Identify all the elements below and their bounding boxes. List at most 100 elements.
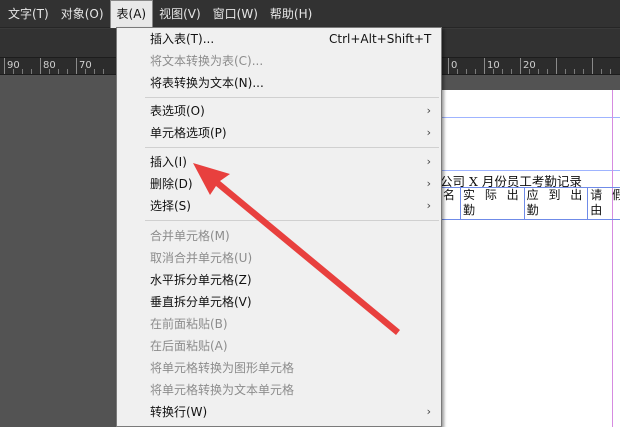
ruler-minor-tick: [13, 69, 14, 74]
ruler-minor-tick: [94, 69, 95, 74]
menu-window[interactable]: 窗口(W): [207, 0, 264, 28]
menu-item-shortcut: Ctrl+Alt+Shift+T: [329, 32, 432, 46]
cell-line: 勤: [463, 203, 479, 217]
menu-item-cell-options[interactable]: 单元格选项(P) ›: [117, 122, 441, 144]
ruler-minor-tick: [529, 69, 530, 74]
menu-item-insert[interactable]: 插入(I) ›: [117, 151, 441, 173]
ruler-tick: [592, 58, 593, 74]
menu-item-convert-rows[interactable]: 转换行(W) ›: [117, 401, 441, 423]
menu-item-convert-table-to-text[interactable]: 将表转换为文本(N)...: [117, 72, 441, 94]
menu-item-label: 插入表(T)...: [150, 32, 215, 46]
menu-item-label: 取消合并单元格(U): [150, 251, 253, 265]
ruler-tick: [520, 58, 521, 74]
menu-view[interactable]: 视图(V): [153, 0, 207, 28]
ruler-tick: [40, 58, 41, 74]
menu-item-label: 合并单元格(M): [150, 229, 230, 243]
ruler-minor-tick: [58, 69, 59, 74]
table-cell[interactable]: 应 到 出 勤: [523, 187, 589, 220]
ruler-minor-tick: [22, 69, 23, 74]
attendance-table[interactable]: 名 实 际 出 勤 应 到 出 勤 请 假 由: [439, 187, 620, 220]
ruler-minor-tick: [457, 69, 458, 74]
margin-guide: [612, 90, 613, 427]
baidu-watermark: Baidu 经验 jingyan.baidu.com: [472, 366, 572, 407]
menu-table[interactable]: 表(A): [109, 0, 154, 28]
ruler-minor-tick: [31, 69, 32, 74]
menu-item-label: 垂直拆分单元格(V): [150, 295, 252, 309]
cell-line: 实 际 出: [463, 188, 522, 202]
submenu-arrow-icon: ›: [426, 155, 431, 168]
menu-item-label: 在后面粘贴(A): [150, 339, 228, 353]
ruler-minor-tick: [103, 69, 104, 74]
ruler-minor-tick: [67, 69, 68, 74]
submenu-arrow-icon: ›: [426, 177, 431, 190]
ruler-minor-tick: [583, 69, 584, 74]
ruler-minor-tick: [49, 69, 50, 74]
submenu-arrow-icon: ›: [426, 104, 431, 117]
cell-line: 勤: [526, 203, 542, 217]
menu-item-label: 水平拆分单元格(Z): [150, 273, 252, 287]
cell-line: 应 到 出: [526, 188, 586, 202]
menu-separator: [145, 220, 439, 221]
submenu-arrow-icon: ›: [426, 405, 431, 418]
cell-line: 请 假: [590, 188, 620, 202]
ruler-minor-tick: [610, 69, 611, 74]
ruler-minor-tick: [475, 69, 476, 74]
menu-item-table-options[interactable]: 表选项(O) ›: [117, 100, 441, 122]
table-menu-dropdown: 插入表(T)... Ctrl+Alt+Shift+T 将文本转换为表(C)...…: [116, 27, 442, 427]
ruler-minor-tick: [601, 69, 602, 74]
ruler-tick: [448, 58, 449, 74]
menu-item-label: 插入(I): [150, 155, 187, 169]
menu-item-label: 表选项(O): [150, 104, 205, 118]
menu-item-split-vertical[interactable]: 垂直拆分单元格(V): [117, 291, 441, 313]
ruler-tick: [4, 58, 5, 74]
menu-item-unmerge-cells[interactable]: 取消合并单元格(U): [117, 247, 441, 269]
ruler-minor-tick: [547, 69, 548, 74]
table-cell[interactable]: 名: [439, 187, 462, 220]
watermark-sub: 经验: [532, 372, 563, 390]
menu-item-label: 将表转换为文本(N)...: [150, 76, 264, 90]
ruler-tick: [556, 58, 557, 74]
ruler-minor-tick: [85, 69, 86, 74]
menu-item-convert-to-graphic-cell[interactable]: 将单元格转换为图形单元格: [117, 357, 441, 379]
menu-object[interactable]: 对象(O): [55, 0, 110, 28]
table-cell[interactable]: 实 际 出 勤: [460, 187, 525, 220]
menu-item-label: 单元格选项(P): [150, 126, 227, 140]
ruler-minor-tick: [574, 69, 575, 74]
ruler-tick: [484, 58, 485, 74]
menu-item-label: 在前面粘贴(B): [150, 317, 228, 331]
menu-item-label: 将单元格转换为图形单元格: [150, 361, 295, 375]
ruler-minor-tick: [502, 69, 503, 74]
table-cell[interactable]: 请 假 由: [587, 187, 620, 220]
menu-separator: [145, 147, 439, 148]
ruler-minor-tick: [466, 69, 467, 74]
menu-separator: [145, 97, 439, 98]
cell-line: 由: [590, 203, 606, 217]
ruler-minor-tick: [493, 69, 494, 74]
cell-line: 名: [443, 188, 459, 202]
menu-item-paste-after[interactable]: 在后面粘贴(A): [117, 335, 441, 357]
menu-item-label: 转换行(W): [150, 405, 208, 419]
menu-item-paste-before[interactable]: 在前面粘贴(B): [117, 313, 441, 335]
menu-item-merge-cells[interactable]: 合并单元格(M): [117, 225, 441, 247]
submenu-arrow-icon: ›: [426, 126, 431, 139]
menu-item-insert-table[interactable]: 插入表(T)... Ctrl+Alt+Shift+T: [117, 28, 441, 50]
menu-item-label: 删除(D): [150, 177, 193, 191]
menu-item-label: 选择(S): [150, 199, 191, 213]
menu-item-label: 将单元格转换为文本单元格: [150, 383, 295, 397]
menu-item-select[interactable]: 选择(S) ›: [117, 195, 441, 217]
menu-item-label: 将文本转换为表(C)...: [150, 54, 264, 68]
menu-item-split-horizontal[interactable]: 水平拆分单元格(Z): [117, 269, 441, 291]
menu-item-convert-to-text-cell[interactable]: 将单元格转换为文本单元格: [117, 379, 441, 401]
ruler-tick: [76, 58, 77, 74]
menu-help[interactable]: 帮助(H): [264, 0, 318, 28]
submenu-arrow-icon: ›: [426, 199, 431, 212]
ruler-minor-tick: [565, 69, 566, 74]
ruler-minor-tick: [538, 69, 539, 74]
menu-text[interactable]: 文字(T): [2, 0, 55, 28]
table-row: 名 实 际 出 勤 应 到 出 勤 请 假 由: [439, 187, 620, 220]
menu-bar: 文字(T) 对象(O) 表(A) 视图(V) 窗口(W) 帮助(H): [0, 0, 620, 28]
watermark-url: jingyan.baidu.com: [480, 396, 573, 407]
menu-item-delete[interactable]: 删除(D) ›: [117, 173, 441, 195]
ruler-minor-tick: [511, 69, 512, 74]
menu-item-convert-text-to-table[interactable]: 将文本转换为表(C)...: [117, 50, 441, 72]
